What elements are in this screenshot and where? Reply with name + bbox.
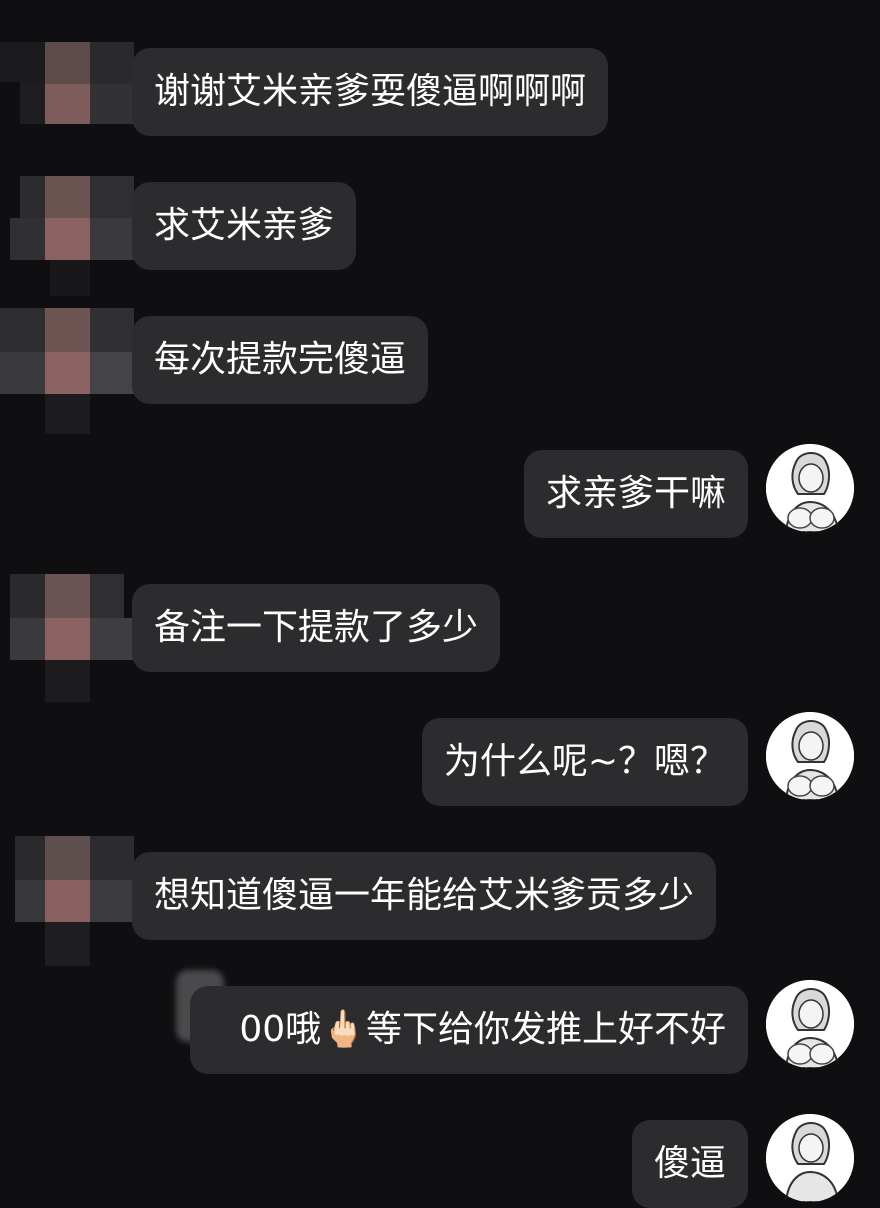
message-row-outgoing: 傻逼 (0, 1114, 880, 1208)
message-text: 每次提款完傻逼 (154, 339, 407, 380)
anime-girl-avatar-icon[interactable] (766, 1114, 854, 1202)
message-row-incoming: 想知道傻逼一年能给艾米爹贡多少 (0, 836, 880, 982)
message-bubble[interactable]: 为什么呢~？嗯？ (421, 718, 748, 806)
message-bubble[interactable]: 傻逼 (631, 1120, 748, 1208)
anime-girl-avatar-icon[interactable] (766, 444, 854, 532)
message-bubble[interactable]: 想知道傻逼一年能给艾米爹贡多少 (132, 852, 717, 940)
message-text: 求艾米亲爹 (154, 205, 335, 246)
message-row-incoming: 每次提款完傻逼 (0, 308, 880, 446)
pixelated-avatar-icon[interactable] (0, 176, 146, 296)
message-bubble[interactable]: 谢谢艾米亲爹耍傻逼啊啊啊 (132, 48, 609, 136)
pixelated-avatar-icon[interactable] (0, 574, 146, 702)
pixelated-avatar-icon[interactable] (0, 836, 146, 966)
message-text: 想知道傻逼一年能给艾米爹贡多少 (154, 875, 695, 916)
message-row-outgoing: 求亲爹干嘛 (0, 444, 880, 550)
message-text: 备注一下提款了多少 (154, 607, 479, 648)
message-text: 求亲爹干嘛 (545, 473, 726, 514)
message-bubble[interactable]: 求亲爹干嘛 (523, 450, 748, 538)
message-row-incoming: 谢谢艾米亲爹耍傻逼啊啊啊 (0, 42, 880, 168)
message-row-outgoing: 为什么呢~？嗯？ (0, 712, 880, 818)
message-text: 傻逼 (653, 1143, 726, 1184)
anime-girl-avatar-icon[interactable] (766, 712, 854, 800)
message-text: 为什么呢~？嗯？ (443, 741, 726, 782)
message-bubble[interactable]: 备注一下提款了多少 (132, 584, 501, 672)
pixelated-avatar-icon[interactable] (0, 308, 146, 434)
message-text: 00哦🖕🏻等下给你发推上好不好 (239, 1009, 726, 1050)
message-bubble[interactable]: 每次提款完傻逼 (132, 316, 429, 404)
message-row-incoming: 求艾米亲爹 (0, 176, 880, 302)
anime-girl-avatar-icon[interactable] (766, 980, 854, 1068)
message-bubble[interactable]: 求艾米亲爹 (132, 182, 357, 270)
message-row-outgoing: 00哦🖕🏻等下给你发推上好不好 (0, 970, 880, 1086)
message-bubble[interactable]: 00哦🖕🏻等下给你发推上好不好 (190, 986, 748, 1074)
pixelated-avatar-icon[interactable] (0, 42, 146, 160)
message-row-incoming: 备注一下提款了多少 (0, 574, 880, 714)
message-text: 谢谢艾米亲爹耍傻逼啊啊啊 (154, 71, 587, 112)
